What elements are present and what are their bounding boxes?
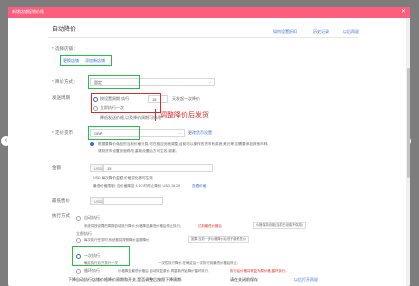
exec-option-auto: 自动执行 xyxy=(84,215,100,220)
amount-note-line1: USD 每次降价金额,价格变化即时生效 xyxy=(93,176,153,180)
amount-prefix: USD xyxy=(90,164,103,172)
min-price-prefix: USD xyxy=(90,197,103,205)
currency-label: * 定价货币 xyxy=(52,130,74,135)
window-title: 新增店铺促销价格 xyxy=(12,9,44,14)
currency-hint-line2: 请到货币设置页面修改,重新设置后方可生效,谢谢。 xyxy=(98,149,180,153)
exec-desc-auto: 系统将按设置的周期自动执行降价,价格降至最低价格后停止执行。 xyxy=(84,224,184,228)
back-link[interactable]: 以后再说 xyxy=(343,29,359,35)
title-bar: 新增店铺促销价格 ✕ xyxy=(8,7,410,18)
currency-hint-line1: 根据要降价商品的当前价格计算,可在相应页面调整,目前可以操作的货币有英镑,美元等… xyxy=(98,142,269,146)
exec-option-loop: 循环执行 xyxy=(84,268,100,273)
highlight-box-method xyxy=(88,75,140,89)
chevron-down-icon: ⌄ xyxy=(208,79,212,84)
exec-desc-loop-red: 执行后价格将恢复为原价格,循环执行。 xyxy=(230,269,289,273)
min-price-input[interactable] xyxy=(103,197,163,205)
amount-note-line2: 最低价格限制: 当价格降至 4.10 时停止降价 USD 28.29 xyxy=(93,184,181,188)
min-price-label: 最低售价 xyxy=(52,198,70,203)
page-title: 自动降价 xyxy=(52,27,77,33)
alert-connector-line xyxy=(155,109,156,121)
site-label: * 选择店铺： xyxy=(52,46,78,51)
exec-radio-auto[interactable] xyxy=(76,216,81,221)
alert-box-cycle xyxy=(91,93,161,113)
footer-text: 下降自动执行店铺价格降价周期和开关,是否调整后按照下降周期: xyxy=(68,277,183,282)
exec-radio-loop[interactable] xyxy=(76,269,81,274)
help-link[interactable]: 如何设置折扣 xyxy=(273,29,297,35)
exec-immediate-button[interactable]: 如果:当前一步价格降价后低于最低售价 xyxy=(188,236,250,243)
info-icon xyxy=(90,142,94,146)
exec-desc-immediate: 每次执行任务时,系统都将按照降价金额降价 xyxy=(84,238,150,242)
exec-label: 执行方式 xyxy=(52,213,70,218)
highlight-box-exec xyxy=(72,246,130,266)
close-icon[interactable]: ✕ xyxy=(399,8,408,17)
dialog-window: 新增店铺促销价格 ✕ 自动降价 如何设置折扣 历史记录 以后再说 * 选择店铺：… xyxy=(8,7,410,286)
exec-desc-auto-red: 达到最低价格后 xyxy=(198,224,222,228)
header-divider xyxy=(48,37,358,38)
exec-desc-loop: 价格降至最低价格后,自动恢复原价,再重新开始降价循环执行, xyxy=(118,269,209,273)
form-content: 自动降价 如何设置折扣 历史记录 以后再说 * 选择店铺： · 更换店铺 添加新… xyxy=(8,18,410,286)
amount-input[interactable]: 15 xyxy=(103,164,213,172)
scrollbar-thumb[interactable] xyxy=(406,68,410,178)
currency-settings-link[interactable]: 更改货币设置 xyxy=(188,130,212,136)
exec-desc-once: 一次性执行降价,在确定后一次执行到最低价格后停止。 xyxy=(158,261,241,265)
highlight-box-currency xyxy=(88,126,140,140)
amount-label: 金额 xyxy=(52,165,61,170)
alert-annotation: 调整降价后发货 xyxy=(160,112,209,119)
method-label: * 降价方式： xyxy=(52,79,78,84)
footer-save-text: 请在关闭前保存 xyxy=(230,277,258,282)
footer-later-link[interactable]: 以后打开再说 xyxy=(294,277,318,283)
cycle-label: 发送周期 xyxy=(52,95,70,100)
currency-chevron-icon: ⌄ xyxy=(178,130,182,135)
view-price-link[interactable]: 查看价格 xyxy=(192,183,206,189)
cycle-note: 降低发送价格,以及降价周期可修改 xyxy=(100,115,162,120)
exec-auto-setting-button[interactable]: 价格保持设置(当前已设置不保持) xyxy=(253,222,306,229)
cycle-unit: 天发起一次降价 xyxy=(172,96,200,101)
site-value: · xyxy=(86,46,88,51)
history-link[interactable]: 历史记录 xyxy=(313,29,329,35)
highlight-box-site-links xyxy=(60,55,112,66)
exec-radio-immediate[interactable] xyxy=(76,238,81,243)
